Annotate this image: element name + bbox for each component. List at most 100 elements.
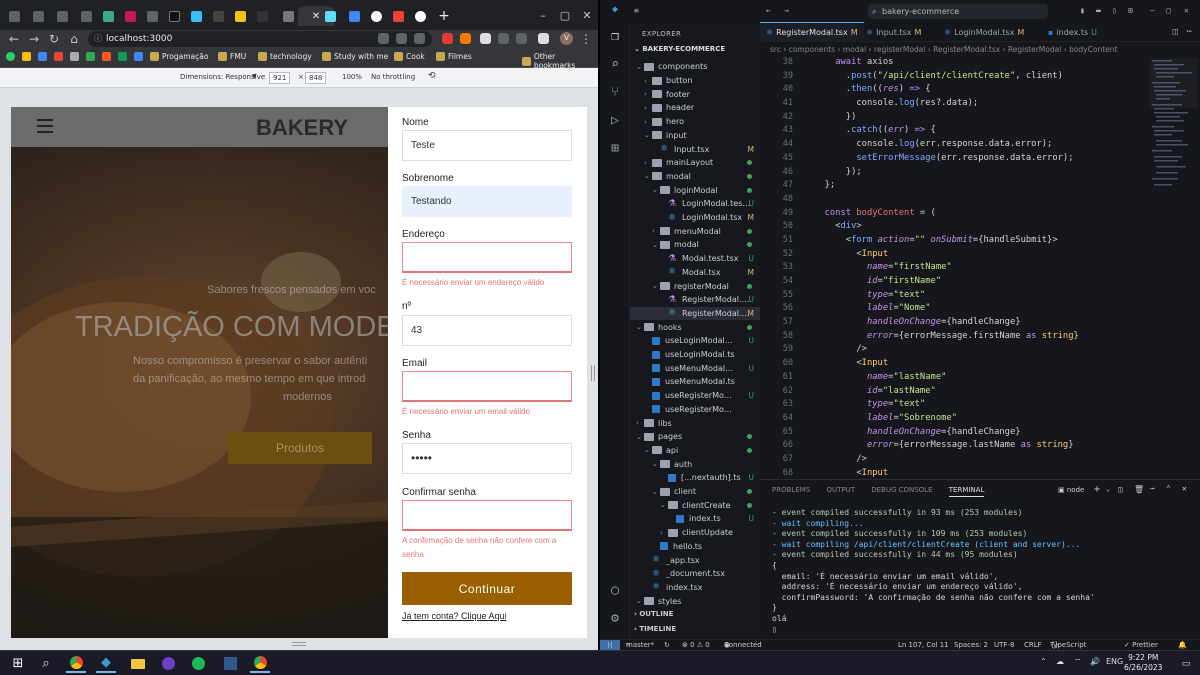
- more-menu-icon[interactable]: ≡: [634, 6, 639, 15]
- code-line[interactable]: 65 handleOnChange={handleChange}: [760, 426, 1150, 440]
- tree-file[interactable]: ⚛ _app.tsx: [630, 553, 760, 567]
- code-line[interactable]: 59 />: [760, 343, 1150, 357]
- forward-icon[interactable]: →: [26, 31, 42, 47]
- endereco-input[interactable]: [402, 242, 572, 273]
- nome-input[interactable]: Teste: [402, 130, 572, 161]
- code-line[interactable]: 43 .catch((err) => {: [760, 124, 1150, 138]
- terminal-shell-label[interactable]: ▣ node: [1058, 486, 1084, 494]
- menu-kebab-icon[interactable]: ⋮: [578, 31, 594, 47]
- continuar-button[interactable]: Continuar: [402, 572, 572, 605]
- browser-tab[interactable]: [230, 6, 250, 26]
- layout-panel-icon[interactable]: ▬: [1096, 6, 1101, 15]
- produtos-button[interactable]: Produtos: [228, 432, 372, 464]
- tree-folder[interactable]: ⌄ components: [630, 60, 760, 74]
- run-debug-icon[interactable]: ▷: [608, 114, 622, 128]
- command-center-search[interactable]: ⌕ bakery-ecommerce: [868, 4, 1048, 19]
- code-line[interactable]: 48: [760, 193, 1150, 207]
- tree-file[interactable]: useLoginModal.test.ts U: [630, 334, 760, 348]
- code-line[interactable]: 47 };: [760, 179, 1150, 193]
- code-line[interactable]: 45 setErrorMessage(err.response.data.err…: [760, 152, 1150, 166]
- code-line[interactable]: 42 }): [760, 111, 1150, 125]
- tree-folder[interactable]: ⌄ registerModal: [630, 279, 760, 293]
- editor-tab-loginmodal[interactable]: ⚛ LoginModal.tsx M: [938, 22, 1030, 42]
- extension-icon[interactable]: [516, 33, 527, 44]
- puzzle-icon[interactable]: [498, 33, 509, 44]
- tree-folder[interactable]: ⌄ hooks: [630, 320, 760, 334]
- tree-file[interactable]: ⚛ Input.tsx M: [630, 142, 760, 156]
- bookmark-icon[interactable]: [102, 52, 111, 61]
- tree-file[interactable]: ⚗ Modal.test.tsx U: [630, 252, 760, 266]
- browser-tab[interactable]: [52, 6, 72, 26]
- tree-folder[interactable]: › hero: [630, 115, 760, 129]
- senha-input[interactable]: •••••: [402, 443, 572, 474]
- maximize-icon[interactable]: ▢: [554, 0, 576, 30]
- tree-folder[interactable]: ⌄ loginModal: [630, 183, 760, 197]
- layout-grid-icon[interactable]: ⊞: [1128, 6, 1133, 15]
- bookmark-folder-cook[interactable]: Cook: [394, 52, 425, 61]
- throttle-dropdown[interactable]: No throttling: [371, 73, 415, 81]
- code-line[interactable]: 66 error={errorMessage.lastName as strin…: [760, 439, 1150, 453]
- info-icon[interactable]: ⓘ: [94, 31, 102, 47]
- bookmark-star-icon[interactable]: [414, 33, 425, 44]
- tree-file[interactable]: useMenuModal.test.ts U: [630, 361, 760, 375]
- wifi-icon[interactable]: ⌔: [1074, 657, 1082, 667]
- tree-folder[interactable]: › mainLayout: [630, 156, 760, 170]
- bookmark-folder-filmes[interactable]: Filmes: [436, 52, 472, 61]
- rotate-icon[interactable]: ⟲: [428, 71, 436, 81]
- breadcrumb[interactable]: src › components › modal › registerModal…: [770, 45, 1117, 54]
- bookmark-folder-study[interactable]: Study with me: [322, 52, 388, 61]
- code-line[interactable]: 44 console.log(err.response.data.error);: [760, 138, 1150, 152]
- browser-tab[interactable]: [208, 6, 228, 26]
- code-line[interactable]: 53 name="firstName": [760, 261, 1150, 275]
- share-icon[interactable]: [396, 33, 407, 44]
- file-explorer-icon[interactable]: [128, 654, 148, 673]
- minimize-icon[interactable]: –: [532, 0, 554, 30]
- tree-folder[interactable]: ⌄ client: [630, 485, 760, 499]
- reload-icon[interactable]: ↻: [46, 31, 62, 47]
- bookmark-icon[interactable]: [86, 52, 95, 61]
- nav-forward-icon[interactable]: →: [784, 6, 789, 15]
- tree-file[interactable]: ⚛ Modal.tsx M: [630, 266, 760, 280]
- bookmark-icon[interactable]: [134, 52, 143, 61]
- browser-tab[interactable]: [366, 6, 386, 26]
- browser-tab[interactable]: [278, 6, 298, 26]
- home-icon[interactable]: ⌂: [66, 31, 82, 47]
- explorer-icon[interactable]: ❐: [608, 30, 622, 44]
- bookmark-icon[interactable]: [118, 52, 127, 61]
- maximize-panel-icon[interactable]: ⌃: [1166, 484, 1171, 493]
- code-line[interactable]: 61 name="lastName": [760, 371, 1150, 385]
- project-root[interactable]: ⌄ BAKERY-ECOMMERCE: [634, 45, 725, 53]
- confirmar-senha-input[interactable]: [402, 500, 572, 531]
- code-line[interactable]: 63 type="text": [760, 398, 1150, 412]
- minimap[interactable]: [1150, 56, 1198, 276]
- tree-folder[interactable]: › header: [630, 101, 760, 115]
- close-window-icon[interactable]: ✕: [576, 0, 598, 30]
- tree-file[interactable]: ⚗ LoginModal.test.tsxU: [630, 197, 760, 211]
- code-line[interactable]: 67 />: [760, 453, 1150, 467]
- account-icon[interactable]: ◯: [608, 584, 622, 598]
- browser-tab[interactable]: [120, 6, 140, 26]
- code-line[interactable]: 57 handleOnChange={handleChange}: [760, 316, 1150, 330]
- browser-tab[interactable]: [388, 6, 408, 26]
- browser-tab[interactable]: [164, 6, 184, 26]
- taskbar-clock[interactable]: 9:22 PM 6/26/2023: [1124, 653, 1162, 673]
- extension-icon[interactable]: [442, 33, 453, 44]
- debug-console-tab[interactable]: DEBUG CONSOLE: [871, 486, 932, 494]
- extensions-icon[interactable]: ⊞: [608, 142, 622, 156]
- tree-folder[interactable]: ⌄ modal: [630, 238, 760, 252]
- browser-tab[interactable]: [410, 6, 430, 26]
- close-panel-icon[interactable]: ✕: [1182, 484, 1187, 493]
- code-line[interactable]: 56 label="Nome": [760, 302, 1150, 316]
- back-icon[interactable]: ←: [6, 31, 22, 47]
- tree-file[interactable]: ⚗ RegisterModal.test.tsxU: [630, 293, 760, 307]
- browser-tab[interactable]: [186, 6, 206, 26]
- editor-tab-registermodal[interactable]: ⚛ RegisterModal.tsx M: [760, 22, 864, 42]
- tree-file[interactable]: ⚛ LoginModal.tsx M: [630, 211, 760, 225]
- tree-folder[interactable]: ⌄ auth: [630, 457, 760, 471]
- close-window-icon[interactable]: ✕: [1184, 6, 1189, 15]
- source-control-icon[interactable]: ⑂: [608, 86, 622, 100]
- tree-folder[interactable]: ⌄ input: [630, 129, 760, 143]
- email-input[interactable]: [402, 371, 572, 402]
- code-line[interactable]: 39 .post("/api/client/clientCreate", cli…: [760, 70, 1150, 84]
- tree-folder[interactable]: ⌄ api: [630, 444, 760, 458]
